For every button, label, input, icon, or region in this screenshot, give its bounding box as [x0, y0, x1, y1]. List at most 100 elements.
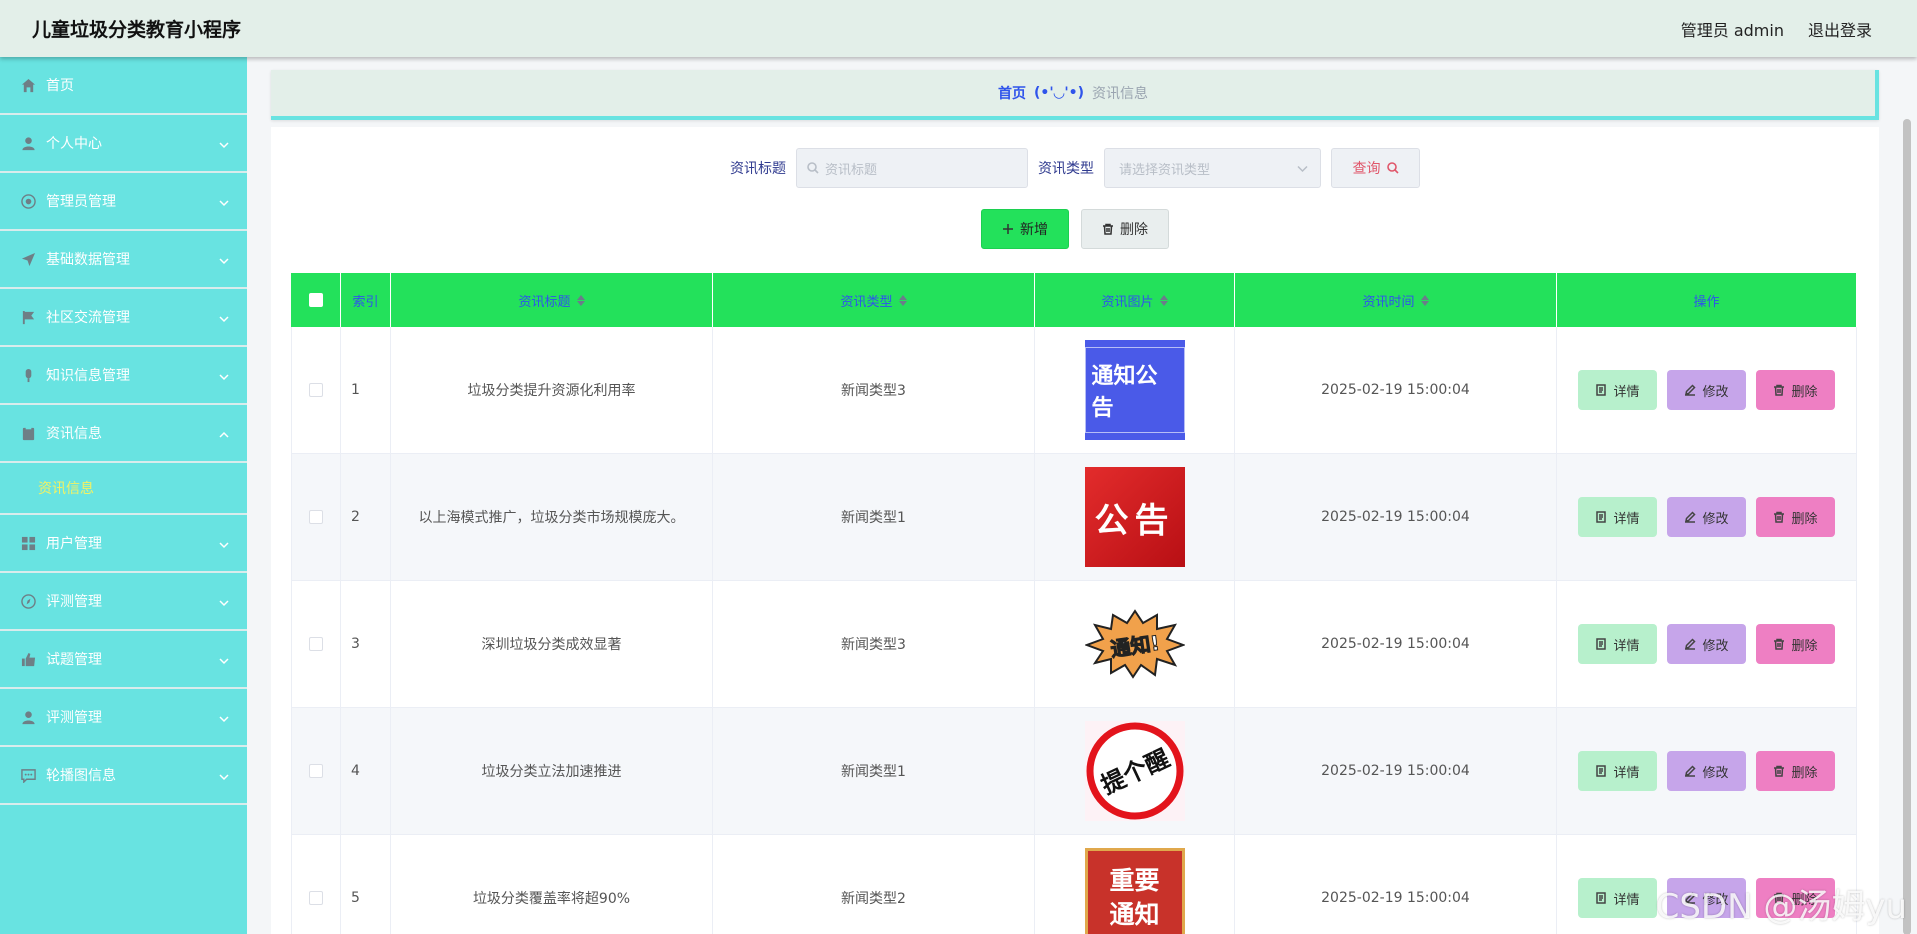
title-search-placeholder: 资讯标题	[825, 162, 878, 178]
trash-icon	[1774, 765, 1785, 777]
app-title: 儿童垃圾分类教育小程序	[32, 19, 242, 41]
title-search-input[interactable]: 资讯标题	[796, 148, 1028, 188]
news-thumbnail[interactable]: 提个醒	[1084, 721, 1185, 821]
sort-icon[interactable]	[1159, 294, 1168, 306]
sidebar-item-carousel[interactable]: 轮播图信息	[0, 747, 247, 805]
detail-button[interactable]: 详情	[1578, 751, 1657, 791]
sidebar-item-home[interactable]: 首页	[0, 57, 247, 115]
detail-button[interactable]: 详情	[1578, 497, 1657, 537]
edit-button[interactable]: 修改	[1667, 497, 1746, 537]
sidebar-item-admin[interactable]: 管理员管理	[0, 173, 247, 231]
header-type[interactable]: 资讯类型	[713, 273, 1035, 327]
row-ops: 详情 修改 删除	[1557, 581, 1857, 707]
row-checkbox-cell	[291, 327, 341, 453]
type-select[interactable]: 请选择资讯类型	[1104, 148, 1321, 188]
news-thumbnail[interactable]: 公告	[1084, 467, 1185, 567]
row-checkbox[interactable]	[309, 764, 323, 778]
burst-badge-icon: 通知!	[1084, 609, 1185, 679]
submenu-item-news[interactable]: 资讯信息	[0, 463, 247, 515]
scrollbar-thumb[interactable]	[1903, 119, 1911, 934]
query-button[interactable]: 查询	[1331, 148, 1420, 188]
sidebar-item-profile[interactable]: 个人中心	[0, 115, 247, 173]
sidebar-item-news[interactable]: 资讯信息	[0, 405, 247, 463]
edit-button[interactable]: 修改	[1667, 751, 1746, 791]
row-type: 新闻类型3	[713, 327, 1035, 453]
vertical-scrollbar[interactable]	[1903, 119, 1911, 934]
user-icon	[20, 135, 36, 151]
compass-icon	[20, 593, 36, 609]
detail-button[interactable]: 详情	[1578, 624, 1657, 664]
row-image-cell: 公告	[1035, 454, 1235, 580]
delete-button[interactable]: 删除	[1756, 751, 1835, 791]
sort-icon[interactable]	[898, 294, 907, 306]
watermark: CSDN @汤姆yu	[1655, 887, 1907, 927]
header-title[interactable]: 资讯标题	[391, 273, 713, 327]
row-image-cell: 通知公告	[1035, 327, 1235, 453]
row-image-cell: 提个醒	[1035, 708, 1235, 834]
detail-button[interactable]: 详情	[1578, 878, 1657, 918]
add-button[interactable]: 新增	[981, 209, 1069, 249]
row-checkbox[interactable]	[309, 510, 323, 524]
pencil-icon	[1685, 384, 1697, 396]
bulk-delete-button[interactable]: 删除	[1081, 209, 1169, 249]
row-checkbox[interactable]	[309, 383, 323, 397]
sidebar-item-basic-data[interactable]: 基础数据管理	[0, 231, 247, 289]
reminder-badge-icon: 提个醒	[1086, 722, 1183, 820]
row-ops: 详情 修改 删除	[1557, 708, 1857, 834]
content-panel: 资讯标题 资讯标题 资讯类型 请选择资讯类型 查询 新增 删除 索引 资讯标题 …	[271, 127, 1879, 934]
type-filter-label: 资讯类型	[1038, 161, 1094, 177]
edit-button[interactable]: 修改	[1667, 624, 1746, 664]
breadcrumb-home[interactable]: 首页	[998, 83, 1026, 103]
table-row: 3 深圳垃圾分类成效显著 新闻类型3 通知! 2025-02-19 15:00:…	[291, 581, 1857, 708]
news-table: 索引 资讯标题 资讯类型 资讯图片 资讯时间 操作 1 垃圾分类提升资源化利用率…	[291, 273, 1857, 934]
sidebar-item-community[interactable]: 社区交流管理	[0, 289, 247, 347]
sidebar-item-users[interactable]: 用户管理	[0, 515, 247, 573]
header-image[interactable]: 资讯图片	[1035, 273, 1235, 327]
news-thumbnail[interactable]: 重要 通知	[1084, 848, 1185, 934]
sidebar-item-evaluation-2[interactable]: 评测管理	[0, 689, 247, 747]
delete-button[interactable]: 删除	[1756, 497, 1835, 537]
delete-button[interactable]: 删除	[1756, 624, 1835, 664]
row-checkbox[interactable]	[309, 637, 323, 651]
sort-icon[interactable]	[576, 294, 585, 306]
document-icon	[1596, 892, 1607, 904]
row-image-cell: 重要 通知	[1035, 835, 1235, 934]
bulk-delete-label: 删除	[1120, 222, 1148, 238]
row-ops: 详情 修改 删除	[1557, 327, 1857, 453]
add-button-label: 新增	[1020, 222, 1048, 238]
header-index: 索引	[341, 273, 391, 327]
user-icon	[20, 709, 36, 725]
logout-button[interactable]: 退出登录	[1808, 17, 1872, 41]
select-all-checkbox[interactable]	[308, 293, 323, 307]
row-time: 2025-02-19 15:00:04	[1235, 708, 1557, 834]
breadcrumb: 首页 (•'◡'•) 资讯信息	[271, 70, 1879, 120]
admin-label: 管理员 admin	[1680, 20, 1784, 40]
delete-button[interactable]: 删除	[1756, 370, 1835, 410]
send-icon	[20, 251, 36, 267]
sort-icon[interactable]	[1420, 294, 1429, 306]
pencil-icon	[1685, 765, 1697, 777]
row-checkbox[interactable]	[309, 891, 323, 905]
row-type: 新闻类型1	[713, 708, 1035, 834]
detail-button-label: 详情	[1613, 384, 1640, 400]
row-checkbox-cell	[291, 708, 341, 834]
pencil-icon	[1685, 638, 1697, 650]
row-type: 新闻类型2	[713, 835, 1035, 934]
sidebar-item-label: 社区交流管理	[46, 310, 130, 326]
header-time[interactable]: 资讯时间	[1235, 273, 1557, 327]
delete-button-label: 删除	[1791, 765, 1818, 781]
mic-icon	[20, 367, 36, 383]
sidebar-item-questions[interactable]: 试题管理	[0, 631, 247, 689]
sidebar-item-label: 试题管理	[46, 652, 102, 668]
detail-button[interactable]: 详情	[1578, 370, 1657, 410]
news-thumbnail[interactable]: 通知!	[1084, 594, 1185, 694]
table-row: 2 以上海模式推广，垃圾分类市场规模庞大。 新闻类型1 公告 2025-02-1…	[291, 454, 1857, 581]
row-title: 垃圾分类立法加速推进	[391, 708, 713, 834]
edit-button[interactable]: 修改	[1667, 370, 1746, 410]
chevron-down-icon	[219, 370, 229, 381]
sidebar-item-evaluation[interactable]: 评测管理	[0, 573, 247, 631]
row-checkbox-cell	[291, 835, 341, 934]
sidebar-item-knowledge[interactable]: 知识信息管理	[0, 347, 247, 405]
news-thumbnail[interactable]: 通知公告	[1084, 340, 1185, 440]
row-title: 以上海模式推广，垃圾分类市场规模庞大。	[391, 454, 713, 580]
